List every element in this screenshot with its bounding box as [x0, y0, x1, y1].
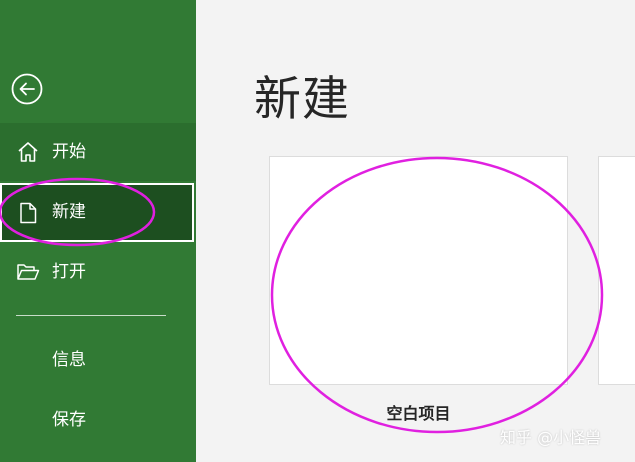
page-title: 新建	[254, 72, 350, 127]
sidebar-item-label: 开始	[52, 142, 86, 162]
template-card[interactable]	[598, 156, 635, 385]
watermark: 知乎 @小怪兽	[500, 428, 602, 447]
back-button[interactable]	[11, 73, 43, 105]
home-icon	[18, 142, 38, 162]
sidebar-item-label: 新建	[52, 202, 86, 222]
sidebar-item-label: 打开	[52, 262, 86, 282]
sidebar-item-save[interactable]: 保存	[52, 405, 86, 430]
arrow-left-circle-icon	[11, 73, 43, 105]
folder-open-icon	[17, 264, 40, 280]
document-icon	[20, 202, 37, 224]
sidebar-item-home[interactable]: 开始	[0, 123, 196, 181]
sidebar-item-new[interactable]: 新建	[0, 183, 194, 242]
backstage-sidebar: 开始 新建 打开 信息 保存	[0, 0, 196, 462]
sidebar-item-open[interactable]: 打开	[0, 243, 196, 301]
sidebar-divider	[16, 315, 166, 316]
template-label[interactable]: 空白项目	[269, 400, 568, 424]
blank-project-template[interactable]	[269, 156, 568, 385]
sidebar-item-info[interactable]: 信息	[52, 345, 86, 370]
